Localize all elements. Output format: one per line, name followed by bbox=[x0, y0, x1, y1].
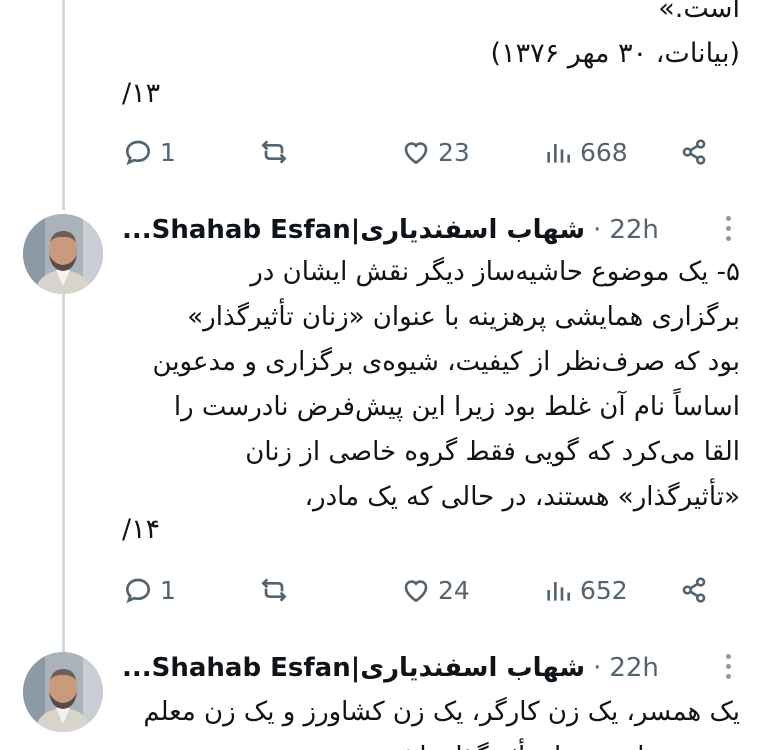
thread-counter: ۱۴/ bbox=[122, 514, 161, 545]
tweet-line: «تأثیرگذار» هستند، در حالی که یک مادر، bbox=[304, 482, 740, 512]
more-dots-icon bbox=[724, 216, 732, 241]
tweet-line: برگزاری همایشی پرهزینه با عنوان «زنان تأ… bbox=[187, 302, 740, 332]
repost-arrows-icon bbox=[261, 578, 287, 602]
like-button[interactable]: 23 bbox=[400, 132, 470, 172]
thread-line bbox=[62, 0, 65, 210]
separator-dot: · bbox=[593, 215, 602, 245]
like-button[interactable]: 24 bbox=[400, 570, 470, 610]
share-button[interactable] bbox=[678, 570, 710, 610]
tweet-line: یک همسر، یک زن کارگر، یک زن کشاورز و یک … bbox=[143, 697, 740, 727]
bar-chart-icon bbox=[547, 144, 570, 163]
share-icon bbox=[682, 139, 706, 165]
tweet-line: اساساً نام آن غلط بود زیرا این پیش‌فرض ن… bbox=[173, 392, 740, 422]
tweet-header: شهاب اسفندیاری|Shahab Esfan... · 22h bbox=[122, 646, 732, 690]
tweet-line: (بیانات، ۳۰ مهر ۱۳۷۶) bbox=[490, 38, 740, 69]
tweet-header: شهاب اسفندیاری|Shahab Esfan... · 22h bbox=[122, 208, 732, 252]
reply-button[interactable]: 1 bbox=[122, 132, 176, 172]
repost-arrows-icon bbox=[261, 140, 287, 164]
avatar[interactable] bbox=[23, 214, 103, 294]
views-button[interactable]: 668 bbox=[542, 132, 628, 172]
repost-button[interactable] bbox=[258, 570, 290, 610]
thread-counter: ۱۳/ bbox=[122, 78, 161, 109]
tweet-line: است.» bbox=[658, 0, 740, 24]
thread-line bbox=[62, 292, 65, 652]
timestamp[interactable]: 22h bbox=[609, 653, 659, 683]
avatar[interactable] bbox=[23, 652, 103, 732]
tweet-line: بود که صرف‌نظر از کیفیت، شیوه‌ی برگزاری … bbox=[152, 347, 740, 377]
like-count: 23 bbox=[438, 137, 470, 167]
bar-chart-icon bbox=[547, 582, 570, 601]
reply-bubble-icon bbox=[125, 578, 151, 604]
timestamp[interactable]: 22h bbox=[609, 215, 659, 245]
tweet-line: القا می‌کرد که گویی فقط گروه خاصی از زنا… bbox=[245, 437, 740, 467]
heart-icon bbox=[404, 580, 428, 603]
tweet-line: هم می‌توانند بسیار تأثیرگذار باشند. bbox=[120, 735, 740, 750]
reply-button[interactable]: 1 bbox=[122, 570, 176, 610]
tweet-line: ۵- یک موضوع حاشیه‌ساز دیگر نقش ایشان در bbox=[250, 257, 740, 287]
more-dots-icon bbox=[724, 654, 732, 679]
share-button[interactable] bbox=[678, 132, 710, 172]
share-icon bbox=[682, 577, 706, 603]
avatar-photo bbox=[23, 652, 103, 732]
tweet-text: ۵- یک موضوع حاشیه‌ساز دیگر نقش ایشان در … bbox=[120, 250, 740, 520]
avatar-photo bbox=[23, 214, 103, 294]
more-options-button[interactable] bbox=[724, 654, 732, 682]
author-name[interactable]: شهاب اسفندیاری|Shahab Esfan... bbox=[122, 653, 585, 683]
author-name[interactable]: شهاب اسفندیاری|Shahab Esfan... bbox=[122, 215, 585, 245]
tweet-text: یک همسر، یک زن کارگر، یک زن کشاورز و یک … bbox=[120, 690, 740, 750]
views-button[interactable]: 652 bbox=[542, 570, 628, 610]
tweet-text: است.» (بیانات، ۳۰ مهر ۱۳۷۶) bbox=[120, 0, 740, 76]
views-count: 652 bbox=[580, 575, 628, 605]
like-count: 24 bbox=[438, 575, 470, 605]
views-count: 668 bbox=[580, 137, 628, 167]
tweet-actions: 1 23 668 bbox=[122, 132, 722, 172]
reply-count: 1 bbox=[160, 137, 176, 167]
tweet-actions: 1 24 652 bbox=[122, 570, 722, 610]
repost-button[interactable] bbox=[258, 132, 290, 172]
reply-bubble-icon bbox=[125, 140, 151, 166]
separator-dot: · bbox=[593, 653, 602, 683]
more-options-button[interactable] bbox=[724, 216, 732, 244]
reply-count: 1 bbox=[160, 575, 176, 605]
heart-icon bbox=[404, 142, 428, 165]
